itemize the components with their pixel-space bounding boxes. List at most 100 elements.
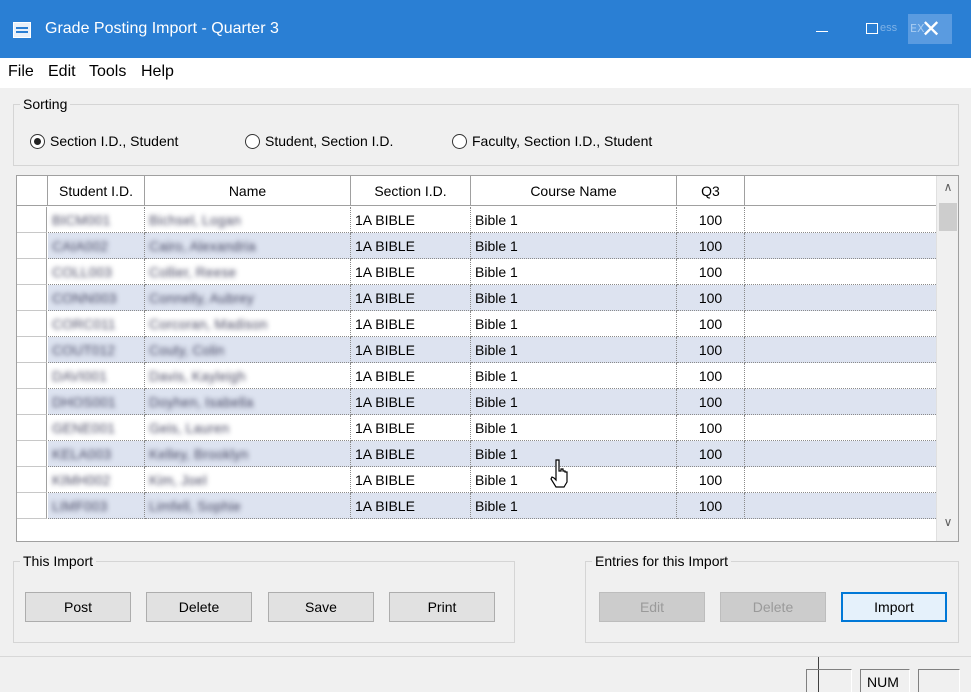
cell-name[interactable]: Kim, Joel xyxy=(145,467,351,493)
cell-student-id[interactable]: DAVI001 xyxy=(48,363,145,389)
row-selector[interactable] xyxy=(17,415,47,441)
cell-empty[interactable] xyxy=(745,311,938,337)
cell-empty[interactable] xyxy=(745,233,938,259)
cell-course-name[interactable]: Bible 1 xyxy=(471,467,677,493)
cell-name[interactable]: Bichsel, Logan xyxy=(145,207,351,233)
cell-student-id[interactable]: CAIA002 xyxy=(48,233,145,259)
row-selector[interactable] xyxy=(17,493,47,519)
row-selector[interactable] xyxy=(17,233,47,259)
row-selector[interactable] xyxy=(17,259,47,285)
cell-course-name[interactable]: Bible 1 xyxy=(471,285,677,311)
table-row[interactable]: DAVI001 Davis, Kayleigh 1A BIBLE Bible 1 100 xyxy=(17,363,938,389)
table-row[interactable]: CONN003 Connelly, Aubrey 1A BIBLE Bible 1 10… xyxy=(17,285,938,311)
row-selector[interactable] xyxy=(17,389,47,415)
col-header-q3[interactable]: Q3 xyxy=(677,176,745,206)
cell-student-id[interactable]: CONN003 xyxy=(48,285,145,311)
cell-q3[interactable]: 100 xyxy=(677,259,745,285)
cell-empty[interactable] xyxy=(745,389,938,415)
cell-empty[interactable] xyxy=(745,259,938,285)
table-row[interactable]: CAIA002 Cairo, Alexandria 1A BIBLE Bible 1 1… xyxy=(17,233,938,259)
cell-section-id[interactable]: 1A BIBLE xyxy=(351,207,471,233)
grades-grid[interactable]: Student I.D. Name Section I.D. Course Na… xyxy=(16,175,959,542)
cell-empty[interactable] xyxy=(745,493,938,519)
cell-name[interactable]: Collier, Reese xyxy=(145,259,351,285)
cell-student-id[interactable]: LIMF003 xyxy=(48,493,145,519)
close-button[interactable]: EX ✕ xyxy=(908,14,952,44)
cell-course-name[interactable]: Bible 1 xyxy=(471,415,677,441)
cell-name[interactable]: Doyhen, Isabella xyxy=(145,389,351,415)
cell-empty[interactable] xyxy=(745,337,938,363)
row-selector[interactable] xyxy=(17,467,47,493)
cell-course-name[interactable]: Bible 1 xyxy=(471,337,677,363)
table-row[interactable]: CORC011 Corcoran, Madison 1A BIBLE Bible 1 1… xyxy=(17,311,938,337)
chevron-up-icon[interactable]: ∧ xyxy=(937,180,958,202)
cell-q3[interactable]: 100 xyxy=(677,493,745,519)
cell-q3[interactable]: 100 xyxy=(677,441,745,467)
cell-student-id[interactable]: CORC011 xyxy=(48,311,145,337)
table-row[interactable]: KELA003 Kelley, Brooklyn 1A BIBLE Bible 1 10… xyxy=(17,441,938,467)
col-header-course-name[interactable]: Course Name xyxy=(471,176,677,206)
cell-course-name[interactable]: Bible 1 xyxy=(471,311,677,337)
cell-name[interactable]: Limfell, Sophie xyxy=(145,493,351,519)
post-button[interactable]: Post xyxy=(25,592,131,622)
row-selector[interactable] xyxy=(17,441,47,467)
menu-help[interactable]: Help xyxy=(141,63,174,81)
cell-section-id[interactable]: 1A BIBLE xyxy=(351,285,471,311)
menu-edit[interactable]: Edit xyxy=(48,63,76,81)
cell-course-name[interactable]: Bible 1 xyxy=(471,441,677,467)
row-selector[interactable] xyxy=(17,285,47,311)
cell-section-id[interactable]: 1A BIBLE xyxy=(351,493,471,519)
row-selector[interactable] xyxy=(17,311,47,337)
cell-section-id[interactable]: 1A BIBLE xyxy=(351,467,471,493)
cell-q3[interactable]: 100 xyxy=(677,285,745,311)
chevron-down-icon[interactable]: ∨ xyxy=(937,515,958,537)
cell-section-id[interactable]: 1A BIBLE xyxy=(351,233,471,259)
delete-entry-button[interactable]: Delete xyxy=(720,592,826,622)
cell-empty[interactable] xyxy=(745,441,938,467)
cell-empty[interactable] xyxy=(745,285,938,311)
table-row[interactable]: LIMF003 Limfell, Sophie 1A BIBLE Bible 1 100 xyxy=(17,493,938,519)
cell-q3[interactable]: 100 xyxy=(677,415,745,441)
cell-name[interactable]: Cairo, Alexandria xyxy=(145,233,351,259)
print-button[interactable]: Print xyxy=(389,592,495,622)
cell-section-id[interactable]: 1A BIBLE xyxy=(351,389,471,415)
edit-entry-button[interactable]: Edit xyxy=(599,592,705,622)
cell-name[interactable]: Davis, Kayleigh xyxy=(145,363,351,389)
cell-student-id[interactable]: KELA003 xyxy=(48,441,145,467)
cell-empty[interactable] xyxy=(745,363,938,389)
cell-empty[interactable] xyxy=(745,415,938,441)
delete-button[interactable]: Delete xyxy=(146,592,252,622)
save-button[interactable]: Save xyxy=(268,592,374,622)
cell-empty[interactable] xyxy=(745,467,938,493)
table-row[interactable]: GENE001 Geis, Lauren 1A BIBLE Bible 1 100 xyxy=(17,415,938,441)
cell-student-id[interactable]: BICM001 xyxy=(48,207,145,233)
cell-q3[interactable]: 100 xyxy=(677,207,745,233)
minimize-button[interactable] xyxy=(808,22,838,38)
cell-section-id[interactable]: 1A BIBLE xyxy=(351,311,471,337)
import-button[interactable]: Import xyxy=(841,592,947,622)
cell-section-id[interactable]: 1A BIBLE xyxy=(351,259,471,285)
cell-q3[interactable]: 100 xyxy=(677,363,745,389)
cell-section-id[interactable]: 1A BIBLE xyxy=(351,337,471,363)
menu-file[interactable]: File xyxy=(8,63,34,81)
col-header-name[interactable]: Name xyxy=(145,176,351,206)
row-selector[interactable] xyxy=(17,363,47,389)
cell-q3[interactable]: 100 xyxy=(677,233,745,259)
cell-course-name[interactable]: Bible 1 xyxy=(471,207,677,233)
col-header-section-id[interactable]: Section I.D. xyxy=(351,176,471,206)
cell-name[interactable]: Connelly, Aubrey xyxy=(145,285,351,311)
row-selector[interactable] xyxy=(17,207,47,233)
maximize-button[interactable]: ess xyxy=(858,18,906,42)
cell-name[interactable]: Geis, Lauren xyxy=(145,415,351,441)
col-header-student-id[interactable]: Student I.D. xyxy=(48,176,145,206)
cell-q3[interactable]: 100 xyxy=(677,389,745,415)
cell-student-id[interactable]: GENE001 xyxy=(48,415,145,441)
cell-course-name[interactable]: Bible 1 xyxy=(471,363,677,389)
cell-student-id[interactable]: COUT012 xyxy=(48,337,145,363)
cell-student-id[interactable]: KIMH002 xyxy=(48,467,145,493)
cell-name[interactable]: Couty, Colin xyxy=(145,337,351,363)
cell-course-name[interactable]: Bible 1 xyxy=(471,233,677,259)
cell-name[interactable]: Corcoran, Madison xyxy=(145,311,351,337)
vertical-scrollbar[interactable]: ∧ ∨ xyxy=(936,176,958,541)
cell-course-name[interactable]: Bible 1 xyxy=(471,389,677,415)
